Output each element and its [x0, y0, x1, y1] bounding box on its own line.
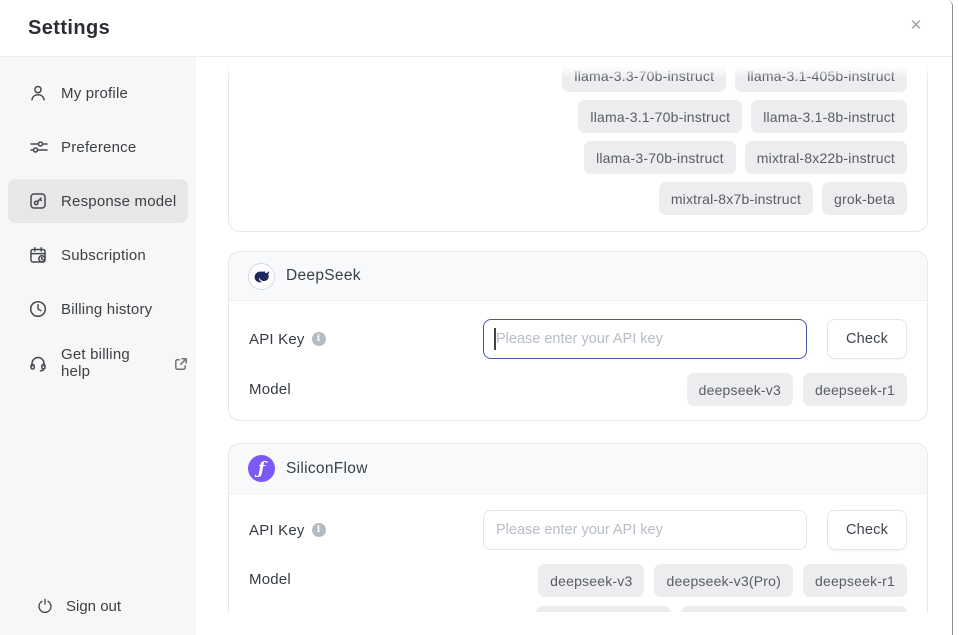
model-chip[interactable]: deepseek-r1: [803, 564, 907, 597]
calendar-clock-icon: [28, 245, 48, 265]
api-key-label: API Key i: [249, 331, 326, 348]
api-key-row: API Key i Check: [249, 510, 907, 550]
user-icon: [28, 83, 48, 103]
provider-name: SiliconFlow: [286, 460, 368, 478]
model-chip[interactable]: deepseek-r1: [803, 373, 907, 406]
sign-out-button[interactable]: Sign out: [8, 584, 188, 628]
api-key-input[interactable]: [483, 319, 807, 359]
api-key-label: API Key i: [249, 522, 326, 539]
model-chip-clipped[interactable]: [536, 606, 671, 612]
model-row: Model deepseek-v3 deepseek-v3(Pro) deeps…: [249, 564, 907, 612]
model-label: Model: [249, 381, 291, 398]
sidebar-item-label: Preference: [61, 139, 136, 156]
sidebar: My profile Preference Response model Sub…: [0, 57, 196, 635]
model-chip[interactable]: deepseek-v3: [538, 564, 644, 597]
headset-icon: [28, 353, 48, 373]
settings-content: llama-3.3-70b-instruct llama-3.1-405b-in…: [196, 57, 952, 635]
info-icon[interactable]: i: [312, 523, 326, 537]
sidebar-item-billing-history[interactable]: Billing history: [8, 287, 188, 331]
external-link-icon: [174, 357, 188, 371]
provider-card-clipped: llama-3.3-70b-instruct llama-3.1-405b-in…: [228, 57, 928, 232]
model-chip[interactable]: llama-3.1-70b-instruct: [578, 100, 742, 133]
model-chip[interactable]: llama-3-70b-instruct: [584, 141, 736, 174]
sidebar-item-label: My profile: [61, 85, 128, 102]
sign-out-label: Sign out: [66, 598, 121, 615]
model-row: Model deepseek-v3 deepseek-r1: [249, 373, 907, 406]
model-chip[interactable]: llama-3.1-8b-instruct: [751, 100, 907, 133]
sidebar-item-subscription[interactable]: Subscription: [8, 233, 188, 277]
settings-dialog: Settings × My profile Preference Respons…: [0, 0, 953, 635]
model-chip-clipped[interactable]: [681, 606, 907, 612]
provider-header: DeepSeek: [229, 252, 927, 301]
model-label: Model: [249, 571, 291, 588]
dialog-title: Settings: [28, 17, 110, 40]
provider-card-deepseek: DeepSeek API Key i: [228, 251, 928, 421]
scroll-area[interactable]: llama-3.3-70b-instruct llama-3.1-405b-in…: [196, 57, 952, 612]
sidebar-item-label: Get billing help: [61, 346, 156, 380]
key-square-icon: [28, 191, 48, 211]
power-icon: [36, 597, 54, 615]
sliders-icon: [28, 137, 48, 157]
deepseek-logo-icon: [248, 263, 275, 290]
provider-name: DeepSeek: [286, 267, 361, 285]
api-key-row: API Key i Check: [249, 319, 907, 359]
siliconflow-logo-icon: ƒ: [248, 455, 275, 482]
api-key-input[interactable]: [483, 510, 807, 550]
sidebar-item-label: Billing history: [61, 301, 152, 318]
model-chip[interactable]: deepseek-v3: [687, 373, 793, 406]
sidebar-item-preference[interactable]: Preference: [8, 125, 188, 169]
sidebar-item-response-model[interactable]: Response model: [8, 179, 188, 223]
check-button[interactable]: Check: [827, 319, 907, 359]
model-chip[interactable]: llama-3.1-405b-instruct: [735, 59, 907, 92]
sidebar-item-label: Response model: [61, 193, 176, 210]
dialog-header: Settings ×: [0, 0, 952, 57]
model-chip[interactable]: grok-beta: [822, 182, 907, 215]
provider-header: ƒ SiliconFlow: [229, 444, 927, 494]
close-icon[interactable]: ×: [904, 14, 928, 38]
model-chip[interactable]: llama-3.3-70b-instruct: [562, 59, 726, 92]
model-chip[interactable]: mixtral-8x22b-instruct: [745, 141, 907, 174]
check-button[interactable]: Check: [827, 510, 907, 550]
sidebar-item-label: Subscription: [61, 247, 146, 264]
model-chip[interactable]: mixtral-8x7b-instruct: [659, 182, 813, 215]
sidebar-item-my-profile[interactable]: My profile: [8, 71, 188, 115]
clock-icon: [28, 299, 48, 319]
info-icon[interactable]: i: [312, 332, 326, 346]
provider-card-siliconflow: ƒ SiliconFlow API Key i: [228, 443, 928, 612]
model-chip[interactable]: deepseek-v3(Pro): [654, 564, 792, 597]
sidebar-item-get-billing-help[interactable]: Get billing help: [8, 341, 188, 385]
text-caret: [494, 328, 496, 350]
